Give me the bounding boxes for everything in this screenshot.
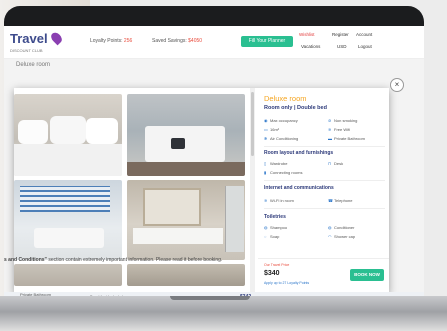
wifi-icon: ≋ — [264, 197, 268, 203]
top-navigation-bar: Travel DISCOUNT CLUB Loyalty Points: 256… — [4, 26, 424, 59]
wardrobe-icon: ▯ — [264, 160, 267, 166]
conditioner-icon: ◍ — [328, 224, 332, 230]
amenity-air-conditioning: ✻ Air Conditioning — [264, 135, 299, 141]
nav-register[interactable]: Register — [332, 32, 349, 37]
wifi-icon: ≋ — [328, 126, 332, 132]
divider — [264, 146, 385, 147]
amenity-max-occupancy: ◉ Max occupancy — [264, 117, 298, 123]
price-value: $340 — [264, 270, 280, 277]
terms-notice: s and Conditions" section contain extrem… — [4, 257, 223, 263]
laptop-notch — [170, 296, 250, 300]
laptop-mockup: Travel DISCOUNT CLUB Loyalty Points: 256… — [0, 0, 447, 331]
no-smoking-icon: ⊘ — [328, 117, 332, 123]
page-title: Deluxe room — [16, 62, 51, 68]
internet-telephone: ☎Telephone — [328, 197, 353, 203]
close-modal-button[interactable]: × — [390, 78, 404, 92]
layout-heading: Room layout and furnishings — [264, 150, 334, 156]
room-title: Deluxe room — [264, 94, 307, 103]
internet-wifi: ≋ Wi-Fi in room — [264, 197, 294, 203]
room-photo-bedroom[interactable] — [127, 94, 245, 176]
site-logo[interactable]: Travel — [10, 31, 48, 46]
toiletry-shower-cap: ◠ Shower cap — [328, 233, 356, 239]
layout-desk: ⊓ Desk — [328, 160, 344, 166]
divider — [264, 180, 385, 181]
room-photo-5[interactable] — [14, 264, 122, 286]
loyalty-points-link[interactable]: Apply up to 27 Loyalty Points — [264, 281, 309, 285]
price-box: Our Travel Price $340 Apply up to 27 Loy… — [258, 258, 389, 294]
snowflake-icon: ✻ — [264, 135, 268, 141]
location-pin-icon — [49, 30, 64, 46]
nav-wishlist[interactable]: Wishlist — [299, 32, 315, 37]
saved-savings: Saved Savings: $4050 — [152, 38, 203, 44]
room-photo-bed[interactable] — [14, 94, 122, 176]
layout-wardrobe: ▯ Wardrobe — [264, 160, 288, 166]
photos-scrollbar-thumb[interactable] — [251, 92, 254, 156]
door-icon: ▮ — [264, 169, 267, 175]
desk-icon: ⊓ — [328, 160, 332, 166]
room-photo-vanity[interactable] — [127, 180, 245, 260]
soap-icon: ◌ — [264, 233, 267, 239]
room-photo-6[interactable] — [127, 264, 245, 286]
nav-vacations[interactable]: Vacations — [301, 44, 320, 49]
bath-icon: ▬ — [328, 135, 332, 141]
shower-cap-icon: ◠ — [328, 233, 332, 239]
room-subtitle: Room only | Double bed — [264, 105, 327, 111]
amenity-non-smoking: ⊘ Non smoking — [328, 117, 358, 123]
amenity-size: ▭ 16m² — [264, 126, 280, 132]
divider — [264, 208, 385, 209]
internet-heading: Internet and communications — [264, 185, 334, 191]
nav-logout[interactable]: Logout — [358, 44, 372, 49]
nav-account[interactable]: Account — [356, 32, 372, 37]
ruler-icon: ▭ — [264, 126, 268, 132]
amenity-free-wifi: ≋ Free Wifi — [328, 126, 350, 132]
price-label: Our Travel Price — [264, 263, 290, 267]
layout-connecting-rooms: ▮ Connecting rooms — [264, 169, 303, 175]
loyalty-points: Loyalty Points: 256 — [90, 38, 133, 44]
toiletry-shampoo: ◍ Shampoo — [264, 224, 288, 230]
toiletries-heading: Toiletries — [264, 214, 286, 220]
book-now-button[interactable]: BOOK NOW — [350, 269, 384, 281]
logo-subtitle: DISCOUNT CLUB — [10, 48, 43, 53]
nav-currency[interactable]: USD — [337, 44, 347, 49]
room-photo-bathroom[interactable] — [14, 180, 122, 260]
shampoo-icon: ◍ — [264, 224, 268, 230]
toiletry-conditioner: ◍ Conditioner — [328, 224, 355, 230]
phone-icon: ☎ — [328, 197, 333, 203]
toiletry-soap: ◌ Soap — [264, 233, 280, 239]
eye-icon: ◉ — [264, 117, 268, 123]
laptop-base — [0, 296, 447, 331]
fill-planner-button[interactable]: Fill Your Planner — [241, 36, 293, 47]
amenity-private-bathroom: ▬ Private Bathroom — [328, 135, 365, 141]
